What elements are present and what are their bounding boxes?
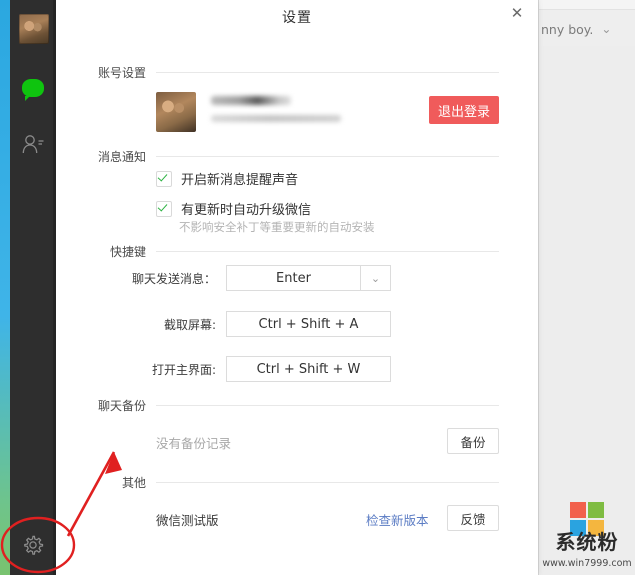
account-profile-row: 退出登录 [156,92,499,132]
checkbox-row-sound[interactable]: 开启新消息提醒声音 [156,169,298,188]
background-window-contact-row[interactable]: nny boy. ⌄ [539,18,635,40]
contacts-icon [22,135,44,154]
background-window-contact-name: nny boy. [541,21,594,37]
check-update-link[interactable]: 检查新版本 [366,510,429,529]
section-label-backup: 聊天备份 [97,399,146,413]
shortcut-value-screenshot[interactable]: Ctrl + Shift + A [226,311,391,337]
shortcut-row-open-main: 打开主界面: Ctrl + Shift + W [56,356,538,382]
section-label-notification: 消息通知 [97,150,146,164]
desktop-background-strip [0,0,10,575]
chat-bubble-icon [22,79,44,101]
checkbox-hint-autoupdate: 不影响安全补丁等重要更新的自动安装 [179,220,375,234]
backup-button[interactable]: 备份 [447,428,499,454]
profile-nickname-blurred [211,96,291,105]
chevron-down-icon[interactable]: ⌄ [361,265,391,291]
background-window-titlebar [539,0,635,10]
backup-status-text: 没有备份记录 [156,436,232,451]
section-divider [156,156,499,157]
shortcut-value-open-main[interactable]: Ctrl + Shift + W [226,356,391,382]
checkbox-row-autoupdate[interactable]: 有更新时自动升级微信 [156,199,311,218]
sidebar-avatar[interactable] [19,14,49,44]
section-divider [156,482,499,483]
shortcut-label-open-main: 打开主界面: [151,363,216,377]
background-window: nny boy. ⌄ [538,0,635,575]
shortcut-row-send-message: 聊天发送消息： Enter ⌄ [56,265,538,291]
profile-avatar[interactable] [156,92,196,132]
sidebar-item-settings[interactable] [10,528,56,562]
version-text: 微信测试版 [156,513,219,528]
feedback-button[interactable]: 反馈 [447,505,499,531]
checkbox-autoupdate[interactable] [156,200,172,217]
sidebar-item-chat[interactable] [10,72,56,104]
settings-dialog: 设置 ✕ 账号设置 退出登录 消息通知 开启新消息提醒声音 有更新时自动升级微信… [56,0,538,575]
logout-button[interactable]: 退出登录 [429,96,499,124]
section-divider [156,405,499,406]
profile-id-blurred [211,115,341,122]
checkbox-label-autoupdate: 有更新时自动升级微信 [181,203,312,218]
section-divider [156,72,499,73]
gear-icon [24,535,44,555]
screenshot-root: nny boy. ⌄ 设置 ✕ 账号设置 退出登录 消息通知 开启新消息提醒声音 [0,0,635,575]
shortcut-label-send-message: 聊天发送消息： [131,272,216,286]
checkbox-label-sound: 开启新消息提醒声音 [181,173,299,188]
backup-row: 没有备份记录 备份 [156,428,499,454]
section-label-shortcuts: 快捷键 [109,245,146,259]
wechat-sidebar [10,0,56,575]
other-row: 微信测试版 检查新版本 反馈 [156,505,499,531]
close-icon[interactable]: ✕ [505,2,529,24]
chevron-down-icon: ⌄ [601,22,612,36]
section-divider [156,251,499,252]
section-label-account: 账号设置 [97,66,146,80]
sidebar-item-contacts[interactable] [10,128,56,160]
background-window-body [539,46,635,575]
shortcut-value-send-message[interactable]: Enter [226,265,361,291]
section-label-other: 其他 [121,476,146,490]
shortcut-label-screenshot: 截取屏幕: [163,318,216,332]
checkbox-sound[interactable] [156,170,172,187]
page-title: 设置 [282,10,312,26]
shortcut-row-screenshot: 截取屏幕: Ctrl + Shift + A [56,311,538,337]
